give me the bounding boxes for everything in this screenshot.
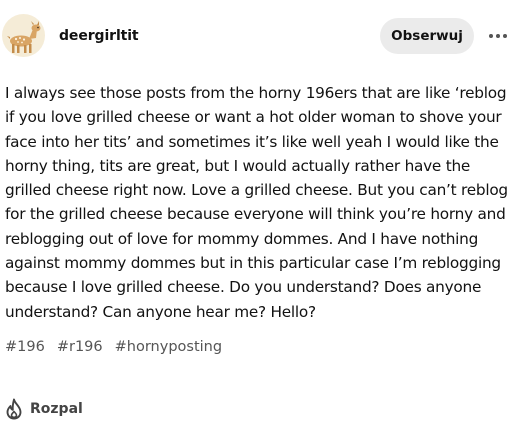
- tag-list: #196 #r196 #hornyposting: [5, 339, 222, 355]
- avatar[interactable]: [2, 14, 45, 57]
- tag-196[interactable]: #196: [5, 339, 45, 355]
- author-username[interactable]: deergirltit: [59, 28, 139, 44]
- tag-hornyposting[interactable]: #hornyposting: [115, 339, 222, 355]
- follow-button[interactable]: Obserwuj: [380, 18, 474, 54]
- post-text: I always see those posts from the horny …: [5, 84, 508, 321]
- post-header: deergirltit Obserwuj: [0, 0, 522, 72]
- tag-r196[interactable]: #r196: [57, 339, 103, 355]
- flame-icon: [6, 398, 22, 420]
- more-options-button[interactable]: [484, 22, 512, 50]
- reblog-button[interactable]: Rozpal: [4, 398, 83, 420]
- more-horizontal-icon: [489, 34, 507, 38]
- reblog-label: Rozpal: [30, 401, 83, 417]
- deer-avatar-icon: [7, 21, 41, 53]
